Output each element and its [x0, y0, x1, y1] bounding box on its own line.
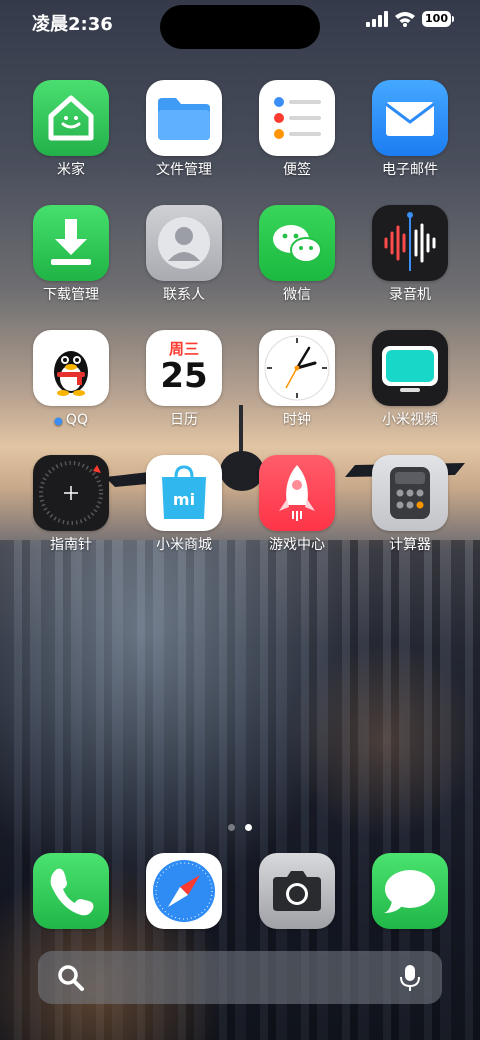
app-mi-video[interactable]: 小米视频: [360, 330, 460, 429]
wechat-icon: [259, 205, 335, 281]
app-label: ● QQ: [54, 412, 88, 428]
app-label: 文件管理: [156, 162, 212, 178]
battery-indicator: 100: [422, 11, 454, 27]
search-icon: [58, 965, 84, 991]
app-download-manager[interactable]: 下载管理: [21, 205, 121, 304]
dock-app-camera[interactable]: [247, 853, 347, 929]
app-calendar[interactable]: 周三 25 日历: [134, 330, 234, 429]
app-email[interactable]: 电子邮件: [360, 80, 460, 179]
contacts-icon: [146, 205, 222, 281]
shopping-bag-icon: mi: [146, 455, 222, 531]
rocket-icon: [259, 455, 335, 531]
compass-icon: [33, 455, 109, 531]
app-label: 游戏中心: [269, 537, 325, 553]
cellular-signal-icon: [366, 11, 389, 27]
app-wechat[interactable]: 微信: [247, 205, 347, 304]
app-label: 日历: [170, 412, 198, 428]
status-time: 凌晨2:36: [32, 14, 113, 35]
tv-icon: [372, 330, 448, 406]
reminders-icon: [259, 80, 335, 156]
app-label: 下载管理: [43, 287, 99, 303]
svg-text:mi: mi: [173, 490, 195, 509]
app-label: 米家: [57, 162, 85, 178]
calendar-icon: 周三 25: [146, 330, 222, 406]
dock-app-phone[interactable]: [21, 853, 121, 929]
page-dot-active[interactable]: [245, 824, 252, 831]
mail-icon: [372, 80, 448, 156]
search-bar[interactable]: [38, 951, 442, 1004]
calculator-icon: [372, 455, 448, 531]
app-qq[interactable]: ● QQ: [21, 330, 121, 431]
safari-icon: [146, 853, 222, 929]
folder-icon: [146, 80, 222, 156]
camera-icon: [259, 853, 335, 929]
app-mi-store[interactable]: mi 小米商城: [134, 455, 234, 554]
app-label: 微信: [283, 287, 311, 303]
page-dot[interactable]: [228, 824, 235, 831]
new-install-dot-icon: ●: [54, 416, 66, 427]
app-calculator[interactable]: 计算器: [360, 455, 460, 554]
download-icon: [33, 205, 109, 281]
clock-icon: [259, 330, 335, 406]
app-clock[interactable]: 时钟: [247, 330, 347, 429]
microphone-icon[interactable]: [398, 963, 422, 993]
phone-icon: [33, 853, 109, 929]
wifi-icon: [395, 12, 416, 27]
messages-icon: [372, 853, 448, 929]
app-mijia[interactable]: 米家: [21, 80, 121, 179]
app-notes[interactable]: 便签: [247, 80, 347, 179]
home-screen: 凌晨2:36 100 米家 文件管理 便签 电子邮件 下载管理 联系人 微信 录…: [0, 0, 480, 1040]
app-game-center[interactable]: 游戏中心: [247, 455, 347, 554]
dock-app-messages[interactable]: [360, 853, 460, 929]
qq-penguin-icon: [33, 330, 109, 406]
dock-app-browser[interactable]: [134, 853, 234, 929]
app-label: 时钟: [283, 412, 311, 428]
app-label: 便签: [283, 162, 311, 178]
app-recorder[interactable]: 录音机: [360, 205, 460, 304]
app-label: 小米视频: [382, 412, 438, 428]
app-contacts[interactable]: 联系人: [134, 205, 234, 304]
page-indicator[interactable]: [0, 824, 480, 831]
app-label: 录音机: [389, 287, 431, 303]
app-label: 指南针: [50, 537, 92, 553]
mijia-icon: [33, 80, 109, 156]
calendar-day: 25: [160, 356, 208, 396]
dynamic-island: [160, 5, 320, 49]
voice-memo-icon: [372, 205, 448, 281]
app-label: 计算器: [389, 537, 431, 553]
app-compass[interactable]: 指南针: [21, 455, 121, 554]
battery-level: 100: [422, 11, 451, 27]
app-label: 联系人: [163, 287, 205, 303]
app-label: 电子邮件: [382, 162, 438, 178]
app-file-manager[interactable]: 文件管理: [134, 80, 234, 179]
app-label: 小米商城: [156, 537, 212, 553]
status-bar: 凌晨2:36 100: [0, 0, 480, 49]
